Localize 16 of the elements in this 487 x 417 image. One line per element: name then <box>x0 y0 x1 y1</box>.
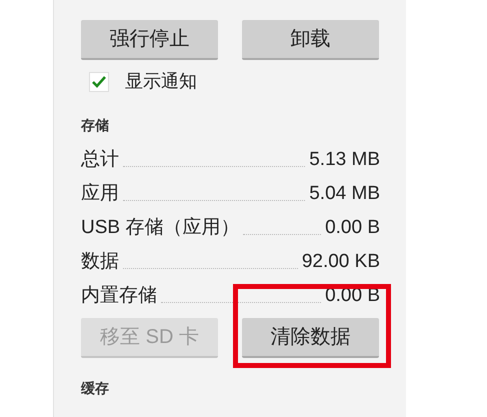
storage-value: 5.04 MB <box>309 182 380 206</box>
storage-label: 数据 <box>81 250 119 274</box>
storage-value: 92.00 KB <box>302 250 380 274</box>
checkbox-label: 显示通知 <box>125 70 197 93</box>
storage-label: 内置存储 <box>81 284 157 308</box>
storage-label: USB 存储（应用） <box>81 216 240 240</box>
storage-label: 总计 <box>81 148 119 172</box>
storage-value: 0.00 B <box>325 216 380 240</box>
action-button[interactable]: 卸载 <box>242 20 379 60</box>
section-title: 缓存 <box>81 379 110 398</box>
action-button[interactable]: 强行停止 <box>81 20 218 60</box>
storage-value: 5.13 MB <box>309 148 380 172</box>
action-button[interactable]: 清除数据 <box>242 318 379 358</box>
checkbox[interactable] <box>89 72 109 92</box>
storage-label: 应用 <box>81 182 119 206</box>
section-title: 存储 <box>81 116 110 135</box>
